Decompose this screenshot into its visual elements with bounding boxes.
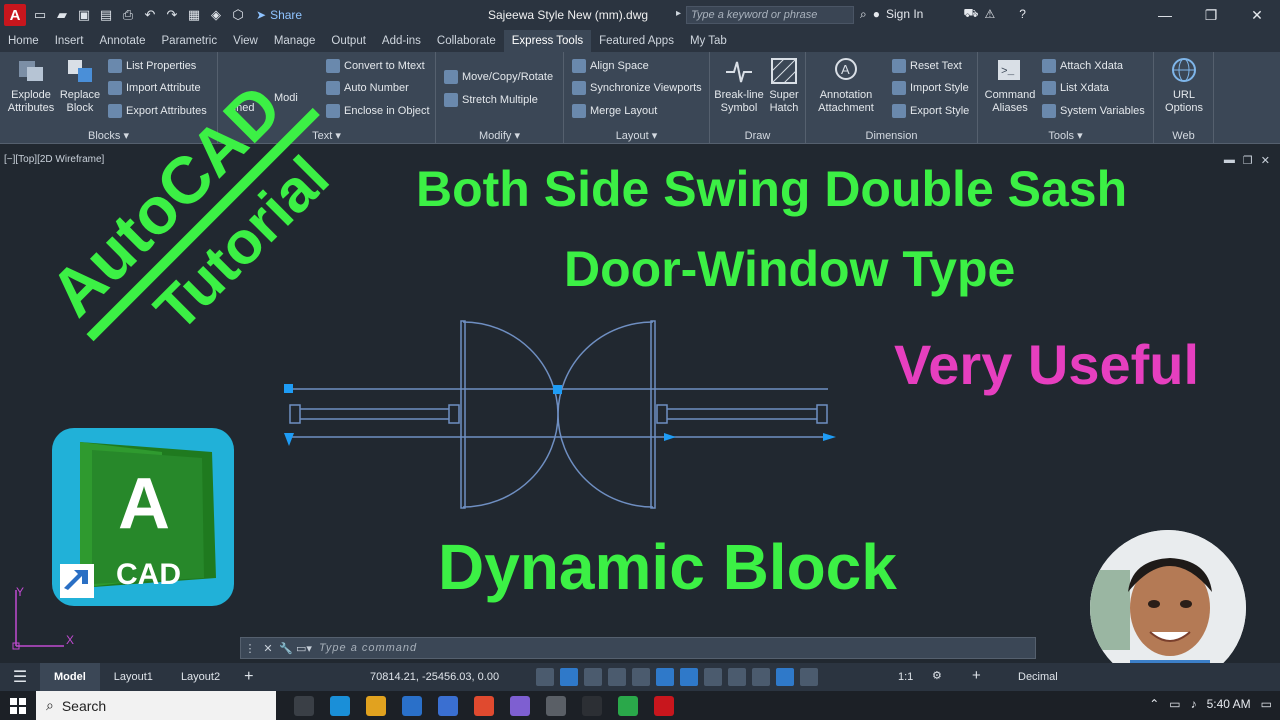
layout-menu-icon[interactable]: ☰ — [0, 667, 40, 687]
osnap-toggle-icon[interactable] — [632, 668, 650, 686]
very-useful-label: Very Useful — [894, 333, 1200, 396]
grip-square-center[interactable] — [553, 385, 562, 394]
add-layout-icon[interactable]: + — [244, 668, 253, 686]
annotation-scale-icon[interactable] — [800, 668, 818, 686]
layout-tab-layout1[interactable]: Layout1 — [100, 663, 167, 691]
grip-arrow-right-end[interactable] — [823, 433, 836, 441]
system-tray: ⌃ ▭ ♪ 5:40 AM ▭ — [1149, 697, 1272, 711]
app-icon-3[interactable] — [618, 695, 638, 716]
transparency-icon[interactable] — [728, 668, 746, 686]
command-line[interactable]: ⋮ ✕ 🔧 ▭▾ Type a command — [240, 637, 1036, 659]
polar-toggle-icon[interactable] — [608, 668, 626, 686]
mail-icon[interactable] — [438, 695, 458, 716]
app-icon[interactable] — [510, 695, 530, 716]
task-view-icon[interactable] — [294, 695, 314, 716]
logo-letter: A — [118, 464, 170, 544]
grip-arrow-right-center[interactable] — [664, 433, 676, 441]
windows-start-icon[interactable] — [0, 697, 36, 714]
ucs-icon: Y X — [12, 585, 74, 650]
add-icon[interactable]: + — [972, 667, 981, 684]
autocad-taskbar-icon[interactable] — [654, 695, 674, 716]
chrome-icon[interactable] — [474, 695, 494, 716]
grid-toggle-icon[interactable] — [536, 668, 554, 686]
layout-tabs: Model Layout1 Layout2 — [40, 663, 234, 691]
dynamic-input-icon[interactable] — [680, 668, 698, 686]
tray-chevron-icon[interactable]: ⌃ — [1149, 697, 1159, 711]
door-geometry — [289, 320, 828, 509]
selection-cycling-icon[interactable] — [752, 668, 770, 686]
taskbar-apps — [294, 695, 674, 716]
cmd-close-icon[interactable]: ✕ — [259, 642, 277, 655]
autocad-logo: A CAD — [52, 428, 234, 606]
dynamic-block-label: Dynamic Block — [438, 531, 897, 603]
notification-icon[interactable]: ▭ — [1261, 697, 1272, 711]
windows-taskbar: ⌕ Search ⌃ ▭ ♪ 5:40 AM ▭ — [0, 691, 1280, 720]
cmd-grip-icon[interactable]: ⋮ — [241, 642, 259, 655]
taskbar-search[interactable]: ⌕ Search — [36, 691, 276, 720]
annotation-scale-value[interactable]: 1:1 — [898, 671, 913, 683]
layout-tab-model[interactable]: Model — [40, 663, 100, 691]
ucs-y-label: Y — [16, 585, 24, 599]
status-bar: ☰ Model Layout1 Layout2 + 70814.21, -25456… — [0, 663, 1280, 691]
coordinates-readout[interactable]: 70814.21, -25456.03, 0.00 — [370, 671, 499, 683]
autocad-tutorial-banner: AutoCAD Tutorial — [36, 70, 342, 343]
grip-square-left[interactable] — [284, 384, 293, 393]
snap-toggle-icon[interactable] — [560, 668, 578, 686]
taskbar-search-icon: ⌕ — [46, 697, 54, 713]
terminal-icon[interactable] — [582, 695, 602, 716]
store-icon[interactable] — [402, 695, 422, 716]
logo-cad-text: CAD — [116, 558, 181, 591]
command-input[interactable]: Type a command — [319, 642, 417, 654]
cmd-history-icon[interactable]: ▭▾ — [295, 642, 313, 655]
autocad-logo-graphic: A CAD — [60, 442, 216, 598]
explorer-icon[interactable] — [366, 695, 386, 716]
taskbar-search-label: Search — [61, 697, 107, 714]
app-icon-2[interactable] — [546, 695, 566, 716]
ortho-toggle-icon[interactable] — [584, 668, 602, 686]
clock[interactable]: 5:40 AM — [1207, 697, 1251, 711]
otrack-toggle-icon[interactable] — [656, 668, 674, 686]
network-icon[interactable]: ▭ — [1169, 697, 1180, 711]
cmd-customize-icon[interactable]: 🔧 — [277, 642, 295, 655]
units-selector[interactable]: Decimal — [1018, 671, 1058, 683]
lineweight-icon[interactable] — [704, 668, 722, 686]
ucs-x-label: X — [66, 633, 74, 647]
layout-tab-layout2[interactable]: Layout2 — [167, 663, 234, 691]
edge-icon[interactable] — [330, 695, 350, 716]
autocad-window: A ▭ ▰ ▣ ▤ ⎙ ↶ ↷ ▦ ◈ ⬡ ➤ Share Sajeewa St… — [0, 0, 1280, 720]
grip-arrow-down[interactable] — [284, 433, 294, 446]
title-line-2: Door-Window Type — [564, 241, 1016, 297]
drafting-toggles — [536, 668, 818, 686]
volume-icon[interactable]: ♪ — [1191, 697, 1197, 711]
annotation-monitor-icon[interactable] — [776, 668, 794, 686]
title-line-1: Both Side Swing Double Sash — [416, 161, 1128, 217]
workspace-gear-icon[interactable]: ⚙ — [932, 669, 942, 682]
